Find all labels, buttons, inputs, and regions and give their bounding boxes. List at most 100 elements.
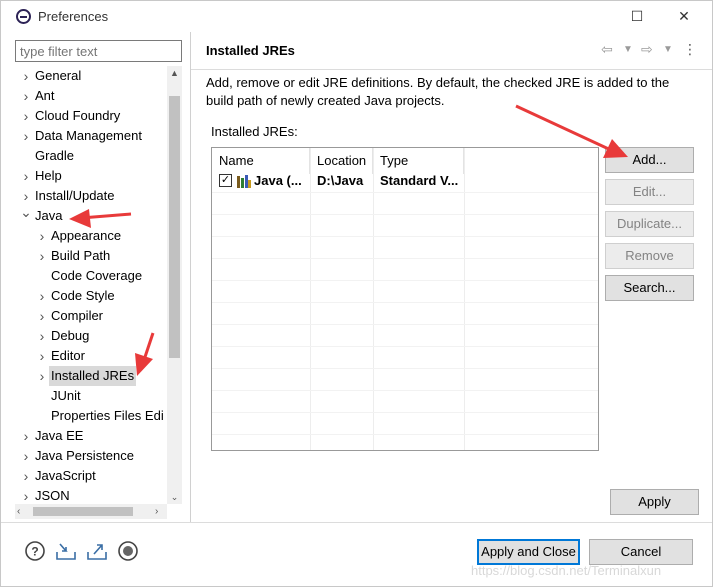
cancel-button[interactable]: Cancel bbox=[589, 539, 693, 565]
chevron-right-icon[interactable]: › bbox=[36, 306, 48, 326]
tree-item-editor[interactable]: › Editor bbox=[15, 346, 167, 366]
chevron-right-icon[interactable]: › bbox=[36, 286, 48, 306]
installed-jres-page: Installed JREs ⇦ ▼ ⇨ ▼ ⋮ Add, remove or … bbox=[191, 32, 712, 522]
chevron-right-icon[interactable]: › bbox=[36, 366, 48, 386]
chevron-right-icon[interactable]: › bbox=[20, 166, 32, 186]
chevron-right-icon[interactable]: › bbox=[20, 486, 32, 504]
scroll-down-icon[interactable]: ⌄ bbox=[169, 492, 180, 502]
tree-item-general[interactable]: › General bbox=[15, 66, 167, 86]
chevron-right-icon[interactable]: › bbox=[20, 86, 32, 106]
table-row[interactable]: ✓ Java (... D:\Java Standard V... bbox=[212, 170, 598, 192]
tree-item-help[interactable]: › Help bbox=[15, 166, 167, 186]
tree-horizontal-scrollbar[interactable]: ‹ › bbox=[15, 504, 167, 519]
tree-item-build-path[interactable]: › Build Path bbox=[15, 246, 167, 266]
table-row-divider bbox=[212, 302, 598, 303]
back-arrow-icon[interactable]: ⇦ bbox=[601, 41, 613, 58]
scroll-right-icon[interactable]: › bbox=[155, 504, 165, 519]
tree-vertical-scroll-thumb[interactable] bbox=[169, 96, 180, 358]
table-row-divider bbox=[212, 236, 598, 237]
table-row-divider bbox=[212, 258, 598, 259]
chevron-right-icon[interactable]: › bbox=[20, 466, 32, 486]
tree-item-label: Java EE bbox=[35, 428, 84, 443]
tree-item-compiler[interactable]: › Compiler bbox=[15, 306, 167, 326]
export-icon[interactable] bbox=[86, 540, 108, 562]
chevron-right-icon[interactable]: › bbox=[20, 106, 32, 126]
filter-input[interactable] bbox=[15, 40, 182, 62]
tree-horizontal-scroll-thumb[interactable] bbox=[33, 507, 133, 516]
remove-button[interactable]: Remove bbox=[605, 243, 694, 269]
maximize-button[interactable]: ☐ bbox=[626, 5, 648, 27]
column-separator bbox=[464, 148, 465, 450]
tree-item-appearance[interactable]: › Appearance bbox=[15, 226, 167, 246]
duplicate-button[interactable]: Duplicate... bbox=[605, 211, 694, 237]
table-row-divider bbox=[212, 434, 598, 435]
tree-item-java-ee[interactable]: › Java EE bbox=[15, 426, 167, 446]
maximize-icon: ☐ bbox=[630, 7, 644, 24]
tree-item-cloud-foundry[interactable]: › Cloud Foundry bbox=[15, 106, 167, 126]
chevron-right-icon[interactable]: › bbox=[20, 126, 32, 146]
tree-item-json[interactable]: › JSON bbox=[15, 486, 167, 504]
jre-library-icon bbox=[237, 175, 251, 188]
tree-item-label: Java bbox=[35, 208, 63, 223]
page-navigation: ⇦ ▼ ⇨ ▼ ⋮ bbox=[601, 41, 701, 59]
table-row-divider bbox=[212, 324, 598, 325]
close-button[interactable]: ✕ bbox=[673, 5, 695, 27]
apply-button[interactable]: Apply bbox=[610, 489, 699, 515]
tree-item-label: Properties Files Edi bbox=[51, 408, 164, 423]
tree-item-label: Ant bbox=[35, 88, 55, 103]
table-row-divider bbox=[212, 346, 598, 347]
add-button[interactable]: Add... bbox=[605, 147, 694, 173]
footer-divider bbox=[1, 522, 712, 523]
help-icon[interactable]: ? bbox=[24, 540, 46, 562]
import-icon[interactable] bbox=[55, 540, 77, 562]
tree-item-label: Appearance bbox=[51, 228, 122, 243]
tree-item-code-style[interactable]: › Code Style bbox=[15, 286, 167, 306]
tree-item-code-coverage[interactable]: Code Coverage bbox=[15, 266, 167, 286]
chevron-right-icon[interactable]: › bbox=[20, 66, 32, 86]
chevron-right-icon[interactable]: › bbox=[36, 326, 48, 346]
preferences-window: Preferences ☐ ✕ ›General›Ant›Cloud Found… bbox=[0, 0, 713, 587]
chevron-right-icon[interactable]: › bbox=[36, 346, 48, 366]
tree-item-label: Editor bbox=[51, 348, 85, 363]
forward-menu-icon[interactable]: ▼ bbox=[663, 44, 673, 55]
tree-vertical-scrollbar[interactable]: ▲ ⌄ bbox=[167, 66, 182, 504]
watermark-text: https://blog.csdn.net/Terminalxun bbox=[471, 563, 662, 578]
tree-item-junit[interactable]: JUnit bbox=[15, 386, 167, 406]
table-row-divider bbox=[212, 214, 598, 215]
tree-item-installed-jres[interactable]: › Installed JREs bbox=[15, 366, 167, 386]
edit-button[interactable]: Edit... bbox=[605, 179, 694, 205]
chevron-right-icon[interactable]: › bbox=[36, 226, 48, 246]
tree-item-label: JavaScript bbox=[35, 468, 96, 483]
tree-item-javascript[interactable]: › JavaScript bbox=[15, 466, 167, 486]
chevron-right-icon[interactable]: › bbox=[36, 246, 48, 266]
tree-item-ant[interactable]: › Ant bbox=[15, 86, 167, 106]
table-row-divider bbox=[212, 280, 598, 281]
scroll-up-icon[interactable]: ▲ bbox=[169, 68, 180, 78]
page-description: Add, remove or edit JRE definitions. By … bbox=[206, 75, 670, 108]
table-row-divider bbox=[212, 390, 598, 391]
tree-item-data-management[interactable]: › Data Management bbox=[15, 126, 167, 146]
search-button[interactable]: Search... bbox=[605, 275, 694, 301]
back-menu-icon[interactable]: ▼ bbox=[623, 44, 633, 55]
tree-item-debug[interactable]: › Debug bbox=[15, 326, 167, 346]
apply-and-close-button[interactable]: Apply and Close bbox=[477, 539, 580, 565]
jre-default-checkbox[interactable]: ✓ bbox=[219, 174, 232, 187]
jre-location: D:\Java bbox=[317, 173, 364, 188]
chevron-right-icon[interactable]: › bbox=[20, 446, 32, 466]
tree-item-install-update[interactable]: › Install/Update bbox=[15, 186, 167, 206]
tree-item-properties-files-edi[interactable]: Properties Files Edi bbox=[15, 406, 167, 426]
tree-item-label: Code Coverage bbox=[51, 268, 143, 283]
tree-item-gradle[interactable]: Gradle bbox=[15, 146, 167, 166]
chevron-down-icon[interactable]: ⌄ bbox=[20, 202, 32, 222]
forward-arrow-icon[interactable]: ⇨ bbox=[641, 41, 653, 58]
view-menu-icon[interactable]: ⋮ bbox=[683, 41, 697, 58]
tree-item-java-persistence[interactable]: › Java Persistence bbox=[15, 446, 167, 466]
table-row-divider bbox=[212, 192, 598, 193]
scroll-left-icon[interactable]: ‹ bbox=[17, 504, 27, 519]
tree-item-java[interactable]: ⌄ Java bbox=[15, 204, 167, 226]
tree-item-label: Cloud Foundry bbox=[35, 108, 121, 123]
record-icon[interactable] bbox=[117, 540, 139, 562]
installed-jres-table[interactable]: Name Location Type ✓ Java (... D:\Java S… bbox=[211, 147, 599, 451]
chevron-right-icon[interactable]: › bbox=[20, 426, 32, 446]
page-title: Installed JREs bbox=[206, 43, 295, 58]
